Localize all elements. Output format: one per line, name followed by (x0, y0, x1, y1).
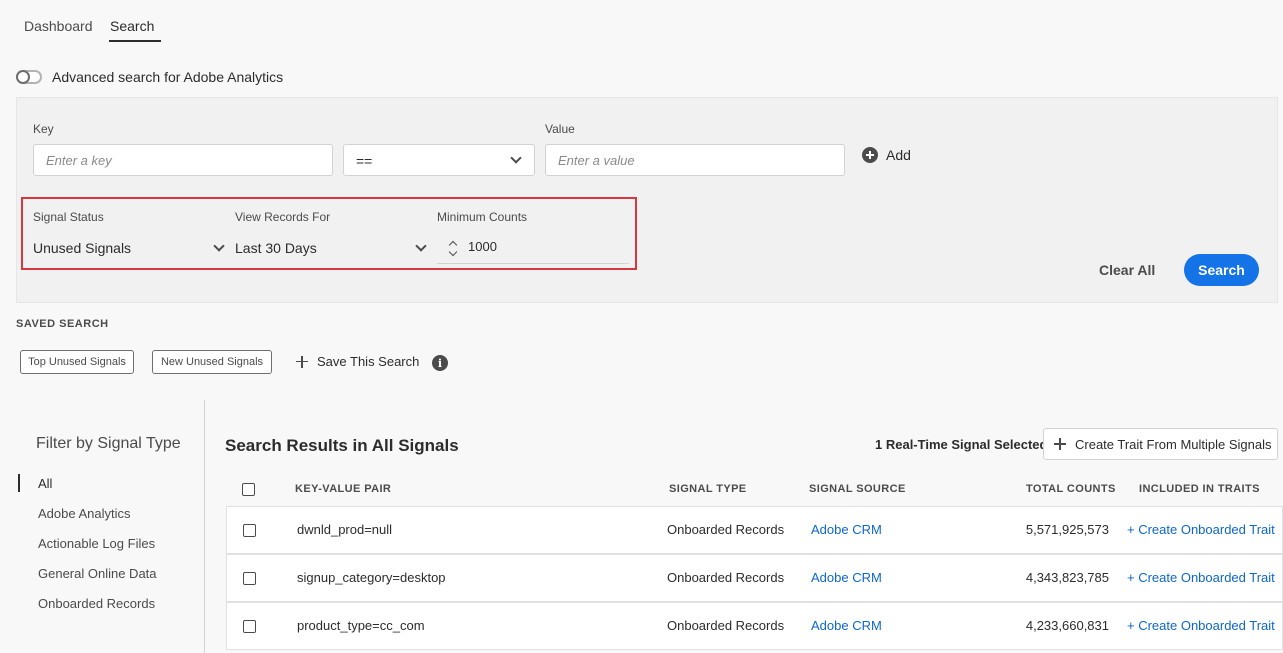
column-header-signal-source[interactable]: SIGNAL SOURCE (809, 483, 906, 495)
info-icon[interactable]: i (432, 355, 448, 371)
min-counts-value[interactable]: 1000 (468, 239, 497, 254)
key-value-pair: signup_category=desktop (297, 570, 446, 585)
create-trait-link[interactable]: + Create Onboarded Trait (1127, 570, 1275, 585)
filter-item-actionable-log-files[interactable]: Actionable Log Files (38, 536, 155, 551)
active-tab-indicator (109, 40, 161, 42)
chevron-down-icon (415, 240, 427, 252)
signal-status-value: Unused Signals (33, 240, 132, 256)
tab-dashboard[interactable]: Dashboard (24, 18, 93, 34)
advanced-search-label: Advanced search for Adobe Analytics (52, 69, 284, 85)
stepper-underline (437, 263, 629, 264)
chevron-down-icon (213, 240, 225, 252)
filter-item-all[interactable]: All (38, 476, 52, 491)
filter-item-general-online-data[interactable]: General Online Data (38, 566, 157, 581)
total-counts: 4,233,660,831 (1025, 618, 1109, 633)
tab-search[interactable]: Search (110, 18, 154, 34)
total-counts: 5,571,925,573 (1025, 522, 1109, 537)
signal-type: Onboarded Records (667, 618, 785, 633)
key-input[interactable]: Enter a key (33, 144, 333, 176)
table-row[interactable]: dwnld_prod=null Onboarded Records Adobe … (226, 506, 1283, 554)
sidebar-divider (204, 400, 205, 653)
filter-item-onboarded-records[interactable]: Onboarded Records (38, 596, 155, 611)
column-header-key-value[interactable]: KEY-VALUE PAIR (295, 483, 391, 495)
select-all-checkbox[interactable] (242, 483, 255, 496)
signal-source-link[interactable]: Adobe CRM (811, 618, 882, 633)
create-trait-link[interactable]: + Create Onboarded Trait (1127, 522, 1275, 537)
create-trait-link[interactable]: + Create Onboarded Trait (1127, 618, 1275, 633)
filter-active-indicator (18, 474, 20, 492)
row-checkbox[interactable] (243, 620, 256, 633)
advanced-search-toggle[interactable] (16, 70, 42, 84)
saved-search-title: SAVED SEARCH (16, 318, 109, 330)
operator-value: == (356, 153, 373, 169)
view-records-label: View Records For (235, 210, 331, 224)
signal-source-link[interactable]: Adobe CRM (811, 522, 882, 537)
key-value-pair: dwnld_prod=null (297, 522, 393, 537)
column-header-signal-type[interactable]: SIGNAL TYPE (669, 483, 747, 495)
key-label: Key (33, 122, 54, 136)
filter-title: Filter by Signal Type (36, 435, 181, 452)
plus-icon (1054, 438, 1066, 450)
selected-count: 1 Real-Time Signal Selected (875, 437, 1048, 452)
signal-source-link[interactable]: Adobe CRM (811, 570, 882, 585)
value-input[interactable]: Enter a value (545, 144, 845, 176)
chevron-down-icon[interactable] (448, 247, 458, 257)
add-button[interactable]: Add (862, 147, 911, 163)
view-records-value: Last 30 Days (235, 240, 317, 256)
table-row[interactable]: product_type=cc_com Onboarded Records Ad… (226, 602, 1283, 650)
table-row[interactable]: signup_category=desktop Onboarded Record… (226, 554, 1283, 602)
add-label: Add (886, 147, 911, 163)
search-button[interactable]: Search (1184, 254, 1259, 286)
value-label: Value (545, 122, 575, 136)
save-search-button[interactable]: Save This Search (296, 354, 419, 369)
row-checkbox[interactable] (243, 572, 256, 585)
min-counts-stepper[interactable]: 1000 (437, 236, 629, 262)
clear-all-button[interactable]: Clear All (1099, 262, 1155, 278)
column-header-included-traits[interactable]: INCLUDED IN TRAITS (1139, 483, 1260, 495)
min-counts-label: Minimum Counts (437, 210, 528, 224)
signal-status-label: Signal Status (33, 210, 104, 224)
key-value-pair: product_type=cc_com (297, 618, 425, 633)
filter-item-adobe-analytics[interactable]: Adobe Analytics (38, 506, 131, 521)
saved-search-chip[interactable]: Top Unused Signals (20, 350, 134, 374)
column-header-total-counts[interactable]: TOTAL COUNTS (1026, 483, 1116, 495)
signal-status-select[interactable]: Unused Signals (33, 240, 227, 260)
plus-icon (296, 355, 308, 368)
save-search-label: Save This Search (317, 354, 420, 369)
toggle-knob (16, 70, 30, 84)
results-title: Search Results in All Signals (225, 436, 459, 455)
view-records-select[interactable]: Last 30 Days (235, 240, 429, 260)
signal-type: Onboarded Records (667, 522, 785, 537)
signal-type: Onboarded Records (667, 570, 785, 585)
create-multi-label: Create Trait From Multiple Signals (1075, 436, 1272, 452)
add-circle-icon (862, 147, 878, 163)
operator-select[interactable]: == (343, 144, 535, 176)
total-counts: 4,343,823,785 (1025, 570, 1109, 585)
create-trait-multiple-button[interactable]: Create Trait From Multiple Signals (1043, 428, 1278, 460)
saved-search-chip[interactable]: New Unused Signals (152, 350, 272, 374)
row-checkbox[interactable] (243, 524, 256, 537)
chevron-down-icon (510, 152, 522, 164)
